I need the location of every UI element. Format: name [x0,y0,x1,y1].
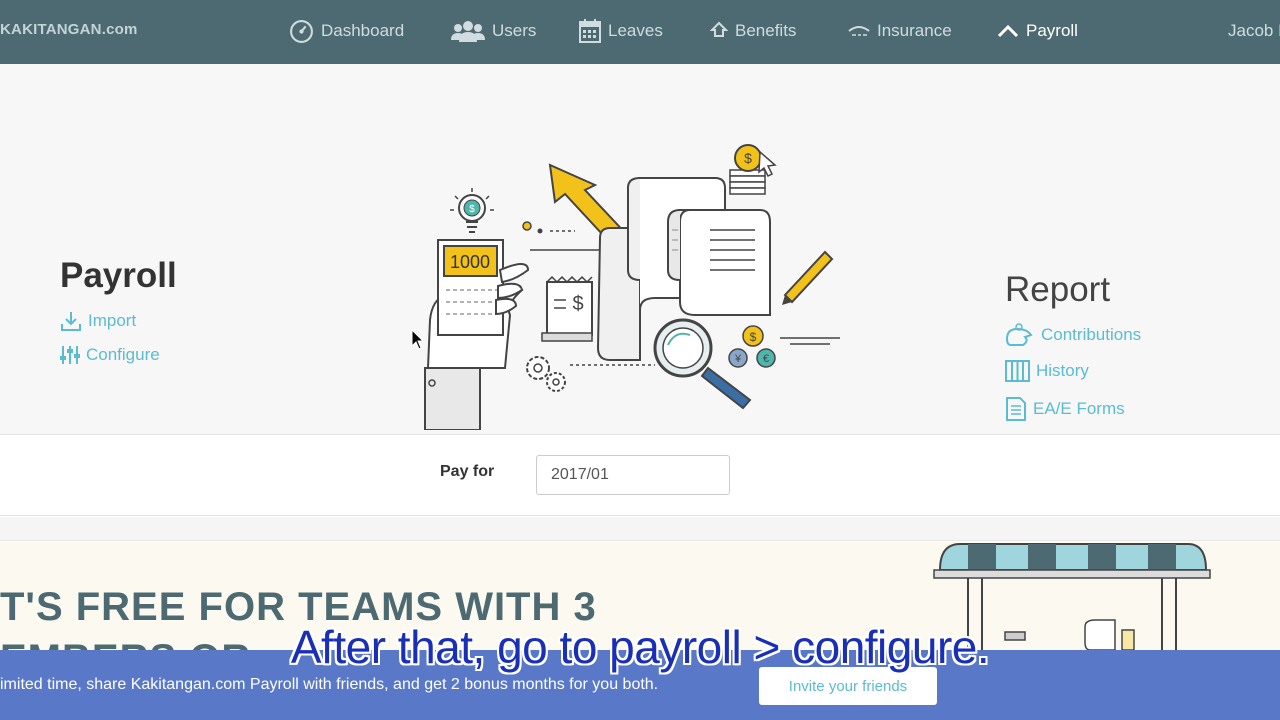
share-promo-text: imited time, share Kakitangan.com Payrol… [0,676,659,693]
mouse-cursor-icon [411,328,425,356]
pay-for-label: Pay for [440,463,495,480]
pay-for-month-field[interactable] [536,455,730,495]
user-menu[interactable]: Jacob L [1228,21,1280,41]
nav-item-insurance[interactable]: Insurance [848,16,952,46]
contributions-link[interactable]: Contributions [1005,323,1141,347]
nav-item-leaves[interactable]: Leaves [579,16,663,46]
nav-item-users[interactable]: Users [451,16,536,46]
history-columns-icon [1005,360,1030,382]
download-icon [60,310,82,332]
svg-text:¥: ¥ [734,353,742,365]
configure-label: Configure [86,345,160,364]
configure-link[interactable]: Configure [60,344,160,366]
calendar-icon [579,19,601,43]
svg-text:€: € [763,353,769,365]
history-link[interactable]: History [1005,360,1089,382]
nav-label: Payroll [1026,21,1078,40]
import-link[interactable]: Import [60,310,136,332]
dashboard-gauge-icon [289,19,314,44]
nav-label: Leaves [608,21,663,40]
svg-text:$: $ [750,330,757,344]
brand-logo[interactable]: KAKITANGAN.com [0,21,138,38]
nav-label: Users [492,21,537,40]
history-label: History [1036,361,1089,380]
payroll-icon [997,24,1019,38]
page-title: Payroll [60,256,177,295]
users-icon [451,20,485,42]
form-document-icon [1005,396,1027,422]
nav-label: Dashboard [321,21,405,40]
nav-item-payroll[interactable]: Payroll [997,16,1078,46]
svg-text:$: $ [744,150,752,166]
nav-item-dashboard[interactable]: Dashboard [289,16,404,46]
hand-coins-icon [1005,323,1035,347]
calculator-display: 1000 [450,252,490,272]
svg-text:$: $ [572,293,583,315]
benefits-icon [710,21,728,41]
video-subtitle-caption: After that, go to payroll > configure. [290,621,990,673]
import-label: Import [88,311,137,330]
nav-item-benefits[interactable]: Benefits [710,16,796,46]
sliders-icon [60,344,80,366]
payroll-illustration: 1000 $ $ $ $ ¥ € [410,130,850,435]
nav-label: Insurance [877,21,952,40]
ea-forms-label: EA/E Forms [1033,399,1125,418]
contributions-label: Contributions [1041,325,1142,344]
nav-label: Benefits [735,21,797,40]
svg-text:$: $ [469,204,475,215]
report-title: Report [1005,270,1111,309]
ea-forms-link[interactable]: EA/E Forms [1005,396,1125,422]
umbrella-icon [848,23,870,39]
section-divider [0,517,1280,541]
top-navbar: KAKITANGAN.com Dashboard Users Leaves Be… [0,0,1280,64]
